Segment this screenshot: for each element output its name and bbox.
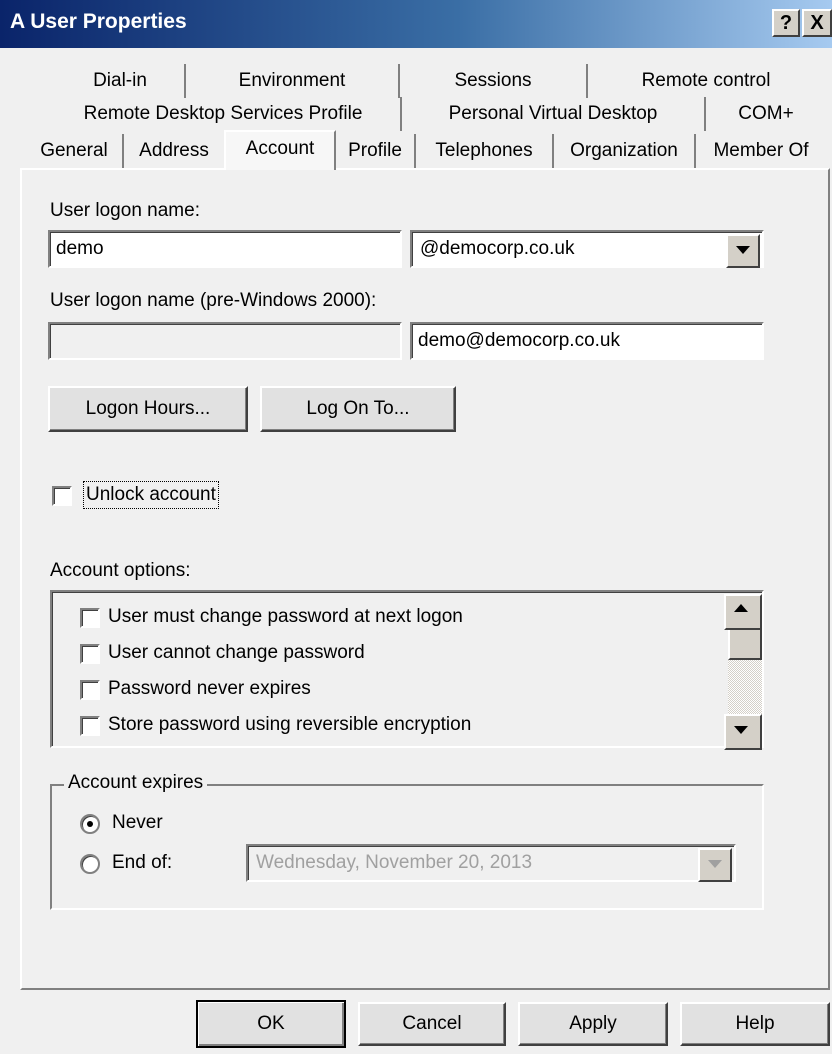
option-label: Store password using reversible encrypti… (108, 714, 472, 735)
tab-remote-control[interactable]: Remote control (588, 64, 824, 98)
help-button[interactable]: Help (680, 1002, 830, 1046)
pre2000-name-input[interactable]: demo@democorp.co.uk (410, 322, 764, 360)
unlock-account-label[interactable]: Unlock account (83, 481, 219, 509)
domain-suffix-value: @democorp.co.uk (420, 238, 575, 259)
log-on-to-label: Log On To... (306, 398, 410, 419)
option-checkbox[interactable] (80, 680, 100, 700)
tab-sessions[interactable]: Sessions (400, 64, 588, 98)
tab-general[interactable]: General (26, 134, 124, 168)
pre2000-domain-field (48, 322, 402, 360)
option-label: User cannot change password (108, 642, 365, 663)
logon-hours-button[interactable]: Logon Hours... (48, 386, 248, 432)
chevron-up-icon[interactable] (724, 594, 762, 630)
pre2000-label: User logon name (pre-Windows 2000): (50, 290, 377, 311)
tab-environment[interactable]: Environment (186, 64, 400, 98)
tab-com-plus[interactable]: COM+ (706, 97, 826, 131)
log-on-to-button[interactable]: Log On To... (260, 386, 456, 432)
end-of-date-value: Wednesday, November 20, 2013 (256, 852, 533, 873)
account-options-label: Account options: (50, 560, 191, 581)
option-label: User must change password at next logon (108, 606, 463, 627)
cancel-label: Cancel (402, 1013, 462, 1034)
scroll-up-button[interactable] (724, 594, 762, 630)
logon-name-input[interactable]: demo (48, 230, 402, 268)
option-checkbox[interactable] (80, 716, 100, 736)
ok-button[interactable]: OK (196, 1000, 346, 1048)
tab-member-of[interactable]: Member Of (696, 134, 826, 168)
unlock-account-checkbox[interactable] (52, 486, 72, 506)
tab-dial-in[interactable]: Dial-in (56, 64, 186, 98)
ok-label: OK (257, 1013, 285, 1034)
tab-personal-virtual-desktop[interactable]: Personal Virtual Desktop (402, 97, 706, 131)
end-of-radio[interactable] (80, 854, 100, 874)
tab-remote-desktop-services-profile[interactable]: Remote Desktop Services Profile (46, 97, 402, 131)
tab-profile[interactable]: Profile (336, 134, 416, 168)
tab-account[interactable]: Account (224, 130, 336, 170)
help-label: Help (735, 1013, 775, 1034)
chevron-down-icon[interactable] (724, 714, 762, 750)
never-radio[interactable] (80, 814, 100, 834)
chevron-down-icon (698, 848, 732, 882)
close-button[interactable]: X (802, 9, 832, 37)
help-caption-button[interactable]: ? (772, 9, 800, 37)
option-checkbox[interactable] (80, 608, 100, 628)
option-checkbox[interactable] (80, 644, 100, 664)
cancel-button[interactable]: Cancel (358, 1002, 506, 1046)
never-label: Never (112, 812, 163, 833)
option-label: Password never expires (108, 678, 311, 699)
account-expires-title: Account expires (64, 772, 208, 794)
tab-organization[interactable]: Organization (554, 134, 696, 168)
domain-suffix-select[interactable]: @democorp.co.uk (410, 230, 764, 268)
window-title: A User Properties (10, 10, 187, 33)
apply-button[interactable]: Apply (518, 1002, 668, 1046)
tab-address[interactable]: Address (124, 134, 224, 168)
scroll-down-button[interactable] (724, 714, 762, 750)
logon-name-label: User logon name: (50, 200, 200, 221)
tab-telephones[interactable]: Telephones (416, 134, 554, 168)
logon-hours-label: Logon Hours... (85, 398, 211, 419)
apply-label: Apply (569, 1013, 617, 1034)
chevron-down-icon[interactable] (726, 234, 760, 268)
end-of-date-picker: Wednesday, November 20, 2013 (246, 844, 736, 882)
end-of-label: End of: (112, 852, 173, 873)
